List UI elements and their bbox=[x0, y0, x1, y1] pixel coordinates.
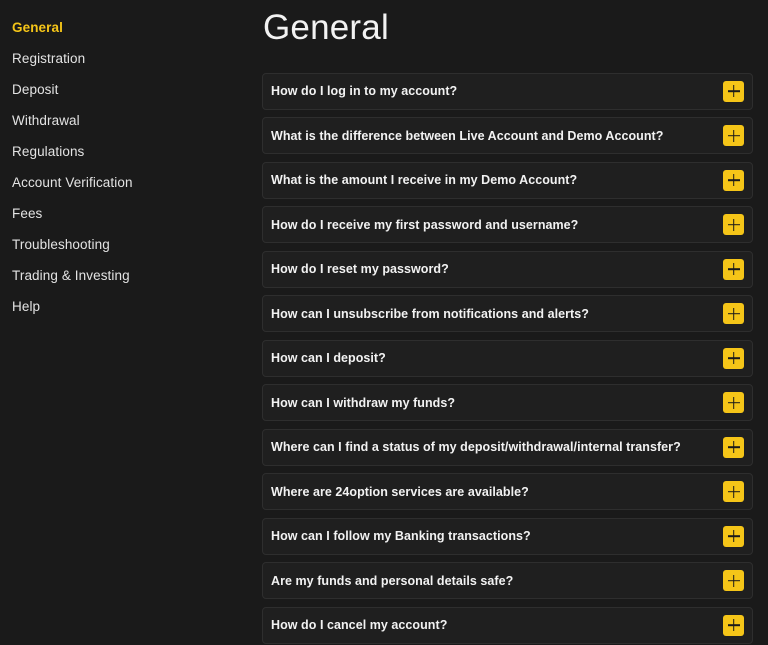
faq-row[interactable]: How can I unsubscribe from notifications… bbox=[262, 295, 753, 333]
faq-row[interactable]: How can I follow my Banking transactions… bbox=[262, 517, 753, 555]
plus-icon[interactable] bbox=[723, 169, 744, 191]
sidebar-item-registration[interactable]: Registration bbox=[0, 50, 255, 81]
faq-row[interactable]: How do I cancel my account? bbox=[262, 606, 753, 644]
plus-icon[interactable] bbox=[723, 525, 744, 547]
faq-row[interactable]: Are my funds and personal details safe? bbox=[262, 562, 753, 600]
sidebar-item-label: Help bbox=[12, 299, 41, 314]
faq-question: Are my funds and personal details safe? bbox=[271, 573, 514, 588]
faq-question: What is the difference between Live Acco… bbox=[271, 128, 664, 143]
sidebar-item-regulations[interactable]: Regulations bbox=[0, 143, 255, 174]
sidebar-item-troubleshooting[interactable]: Troubleshooting bbox=[0, 236, 255, 267]
faq-row[interactable]: How can I withdraw my funds? bbox=[262, 384, 753, 422]
sidebar-item-label: Deposit bbox=[12, 82, 59, 97]
main-content: General How do I log in to my account? Wh… bbox=[255, 0, 768, 644]
sidebar-item-label: Account Verification bbox=[12, 175, 133, 190]
faq-row[interactable]: How do I receive my first password and u… bbox=[262, 206, 753, 244]
plus-icon[interactable] bbox=[723, 392, 744, 414]
sidebar-item-withdrawal[interactable]: Withdrawal bbox=[0, 112, 255, 143]
faq-question: How do I reset my password? bbox=[271, 262, 449, 277]
plus-icon[interactable] bbox=[723, 570, 744, 592]
faq-row[interactable]: How do I log in to my account? bbox=[262, 72, 753, 110]
faq-question: Where can I find a status of my deposit/… bbox=[271, 440, 681, 455]
faq-row[interactable]: How do I reset my password? bbox=[262, 250, 753, 288]
plus-icon[interactable] bbox=[723, 347, 744, 369]
faq-question: How can I unsubscribe from notifications… bbox=[271, 306, 589, 321]
sidebar-item-general[interactable]: General bbox=[0, 19, 255, 50]
faq-question: How do I receive my first password and u… bbox=[271, 217, 579, 232]
plus-icon[interactable] bbox=[723, 303, 744, 325]
sidebar-item-account-verification[interactable]: Account Verification bbox=[0, 174, 255, 205]
faq-question: How do I log in to my account? bbox=[271, 84, 458, 99]
sidebar-item-label: Withdrawal bbox=[12, 113, 80, 128]
faq-question: Where are 24option services are availabl… bbox=[271, 484, 529, 499]
plus-icon[interactable] bbox=[723, 214, 744, 236]
faq-page: General Registration Deposit Withdrawal Regu… bbox=[0, 0, 768, 645]
faq-row[interactable]: Where are 24option services are availabl… bbox=[262, 473, 753, 511]
faq-row[interactable]: What is the amount I receive in my Demo … bbox=[262, 161, 753, 199]
sidebar-item-help[interactable]: Help bbox=[0, 298, 255, 329]
faq-row[interactable]: What is the difference between Live Acco… bbox=[262, 117, 753, 155]
faq-accordion-list: How do I log in to my account? What is th… bbox=[262, 72, 753, 644]
plus-icon[interactable] bbox=[723, 258, 744, 280]
plus-icon[interactable] bbox=[723, 614, 744, 636]
sidebar-item-label: General bbox=[12, 20, 63, 35]
sidebar-item-label: Fees bbox=[12, 206, 43, 221]
plus-icon[interactable] bbox=[723, 436, 744, 458]
sidebar-item-label: Regulations bbox=[12, 144, 85, 159]
sidebar-item-fees[interactable]: Fees bbox=[0, 205, 255, 236]
faq-row[interactable]: How can I deposit? bbox=[262, 339, 753, 377]
sidebar-item-label: Troubleshooting bbox=[12, 237, 110, 252]
faq-question: What is the amount I receive in my Demo … bbox=[271, 173, 578, 188]
sidebar-item-label: Registration bbox=[12, 51, 86, 66]
faq-question: How can I withdraw my funds? bbox=[271, 395, 456, 410]
plus-icon[interactable] bbox=[723, 80, 744, 102]
faq-question: How can I deposit? bbox=[271, 351, 386, 366]
faq-question: How do I cancel my account? bbox=[271, 618, 448, 633]
page-title: General bbox=[263, 8, 389, 47]
plus-icon[interactable] bbox=[723, 481, 744, 503]
sidebar-item-label: Trading & Investing bbox=[12, 268, 130, 283]
faq-question: How can I follow my Banking transactions… bbox=[271, 529, 531, 544]
category-sidebar: General Registration Deposit Withdrawal Regu… bbox=[0, 0, 255, 329]
sidebar-item-trading-investing[interactable]: Trading & Investing bbox=[0, 267, 255, 298]
faq-row[interactable]: Where can I find a status of my deposit/… bbox=[262, 428, 753, 466]
sidebar-item-deposit[interactable]: Deposit bbox=[0, 81, 255, 112]
plus-icon[interactable] bbox=[723, 125, 744, 147]
